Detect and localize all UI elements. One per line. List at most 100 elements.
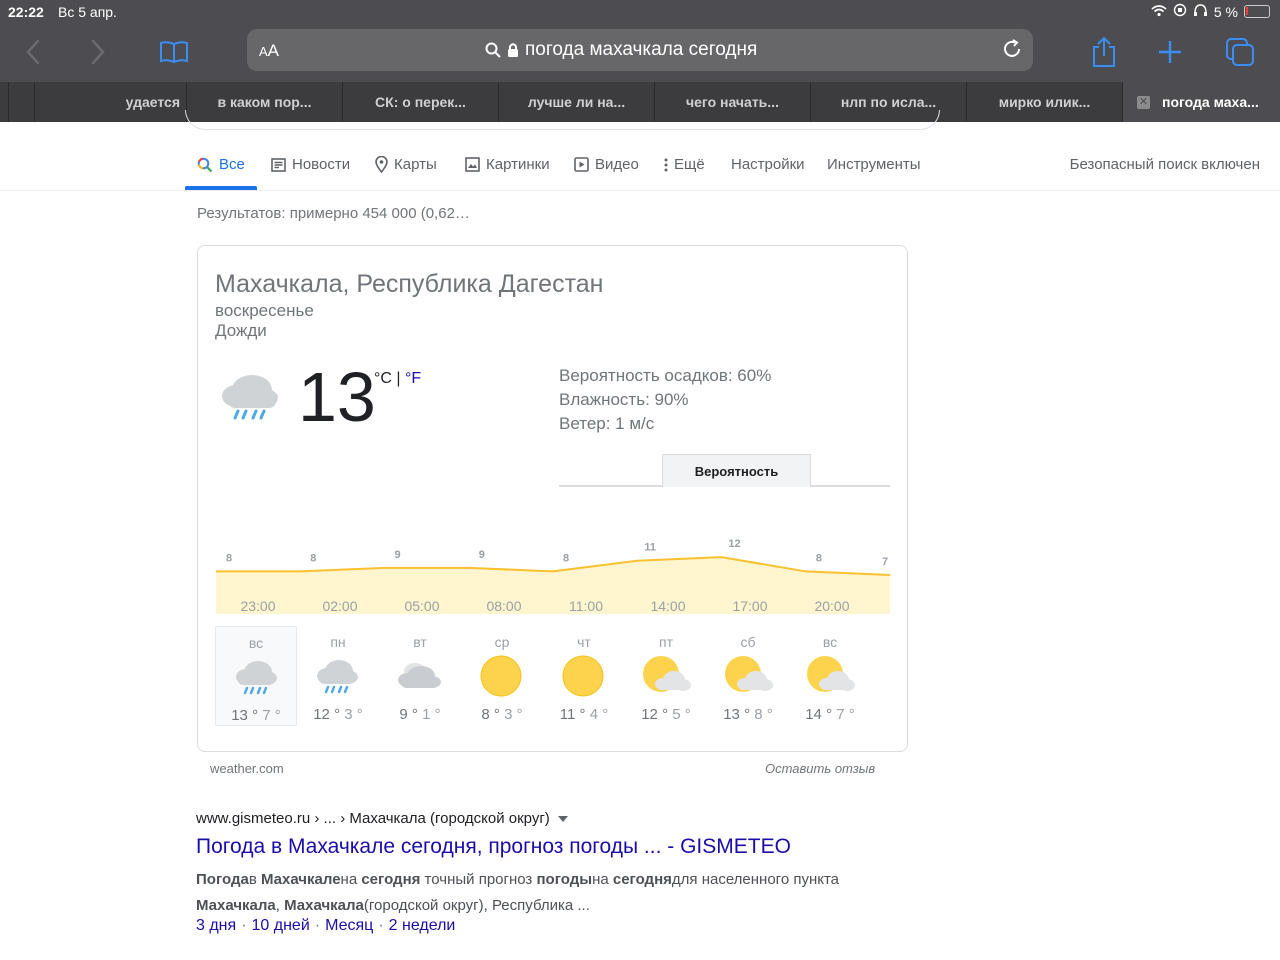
day-forecast-3[interactable]: ср 8 ° 3 °	[461, 626, 543, 726]
safe-search-link[interactable]: Безопасный поиск включен	[1070, 156, 1260, 173]
tab-video-label: Видео	[595, 156, 639, 173]
bookmarks-button[interactable]	[154, 32, 194, 72]
tab-label: лучше ли на...	[527, 94, 626, 110]
address-bar[interactable]: AA погода махачкала сегодня	[247, 29, 1033, 71]
chart-point-label: 12	[728, 538, 740, 550]
day-name: вс	[248, 635, 264, 651]
sitelink-separator: ·	[378, 917, 384, 934]
tab-probability[interactable]: Вероятность	[662, 454, 811, 487]
partly-cloudy-icon	[723, 654, 775, 703]
new-tab-button[interactable]	[1150, 32, 1190, 72]
day-forecast-0[interactable]: вс 13 ° 7 °	[215, 626, 297, 726]
snippet-keyword: Махачкале	[260, 871, 341, 888]
weather-condition: Дожди	[215, 321, 267, 340]
chart-point-label: 7	[882, 556, 888, 568]
tabs-overview-button[interactable]	[1220, 32, 1260, 72]
weather-day: воскресенье	[215, 301, 314, 320]
reload-icon	[1004, 39, 1020, 57]
time-label: 11:00	[569, 598, 603, 614]
day-name: ср	[494, 634, 510, 650]
day-forecast-6[interactable]: сб 13 ° 8 °	[707, 626, 789, 726]
url-display[interactable]: погода махачкала сегодня	[485, 39, 757, 61]
day-name: пн	[330, 634, 346, 650]
unit-celsius[interactable]: °C	[374, 370, 392, 387]
image-icon	[465, 157, 480, 172]
caret-down-icon[interactable]	[557, 815, 568, 822]
precipitation: Вероятность осадков: 60%	[559, 366, 772, 385]
day-temps: 11 ° 4 °	[543, 706, 625, 723]
snippet-text: ,	[275, 897, 285, 914]
weather-source-link[interactable]: weather.com	[210, 761, 284, 776]
browser-chrome: 22:22 Вс 5 апр. 5 % AA погода махачкала …	[0, 0, 1280, 122]
forward-button[interactable]	[78, 32, 118, 72]
temp-low: 1 °	[422, 706, 441, 723]
day-temps: 8 ° 3 °	[461, 706, 543, 723]
search-box[interactable]	[185, 110, 940, 130]
temp-low: 7 °	[836, 706, 855, 723]
tab-settings-label: Настройки	[731, 156, 805, 173]
tab-settings[interactable]: Настройки	[731, 156, 805, 173]
close-icon[interactable]: ✕	[1137, 95, 1150, 109]
time-label: 05:00	[404, 598, 440, 614]
book-icon	[160, 41, 188, 64]
rain-icon	[218, 364, 282, 429]
temp-low: 3 °	[504, 706, 523, 723]
battery-icon	[1244, 5, 1270, 18]
tab-label: погода маха...	[1162, 94, 1259, 110]
chart-point-label: 9	[394, 549, 400, 561]
tab-label: нлп по исла...	[840, 94, 937, 110]
tab-all[interactable]: Все	[197, 156, 245, 173]
result-title-link[interactable]: Погода в Махачкале сегодня, прогноз пого…	[196, 835, 791, 859]
tab-label: удается	[125, 94, 180, 110]
day-name: чт	[577, 634, 591, 650]
tab-label: мирко илик...	[998, 94, 1091, 110]
day-forecast-7[interactable]: вс 14 ° 7 °	[789, 626, 871, 726]
share-icon	[1093, 36, 1115, 67]
unit-switch: °C | °F	[374, 370, 421, 388]
rain-icon	[232, 655, 280, 704]
chart-point-label: 11	[644, 542, 656, 554]
tab-tools[interactable]: Инструменты	[827, 156, 921, 173]
share-button[interactable]	[1084, 32, 1124, 72]
video-icon	[574, 157, 589, 172]
result-sitelinks: 3 дня · 10 дней · Месяц · 2 недели	[196, 917, 455, 935]
tab-more-label: Ещё	[674, 156, 705, 173]
chart-point-label: 9	[479, 549, 485, 561]
back-button[interactable]	[13, 32, 53, 72]
result-snippet: Погодав Махачкалена сегодня точный прогн…	[196, 867, 876, 919]
weather-chart-tabs: Вероятность	[559, 454, 890, 487]
feedback-link[interactable]: Оставить отзыв	[765, 761, 875, 776]
battery-percent: 5 %	[1213, 3, 1238, 20]
chart-point-label: 8	[816, 552, 822, 564]
tab-item[interactable]: удается	[34, 82, 186, 122]
snippet-keyword: Погода	[196, 871, 249, 888]
reload-button[interactable]	[1001, 38, 1023, 65]
temp-low: 4 °	[589, 706, 609, 723]
tab-more[interactable]: Ещё	[664, 156, 705, 173]
headphones-icon	[1193, 3, 1208, 20]
day-forecast-1[interactable]: пн 12 ° 3 °	[297, 626, 379, 726]
tab-video[interactable]: Видео	[574, 156, 639, 173]
tab-maps[interactable]: Карты	[375, 156, 437, 173]
day-forecast-5[interactable]: пт 12 ° 5 °	[625, 626, 707, 726]
temp-high: 14 °	[805, 706, 833, 723]
search-icon	[485, 42, 501, 58]
tab-overflow[interactable]	[8, 82, 34, 122]
text-size-button[interactable]: AA	[259, 41, 279, 61]
sitelink[interactable]: 2 недели	[389, 917, 456, 934]
lock-rotation-icon	[1173, 3, 1187, 20]
sitelink[interactable]: 3 дня	[196, 917, 236, 934]
url-text: погода махачкала сегодня	[525, 39, 758, 60]
tab-item-active[interactable]: ✕ погода маха...	[1122, 82, 1280, 122]
day-forecast-2[interactable]: вт 9 ° 1 °	[379, 626, 461, 726]
status-time: 22:22	[8, 4, 44, 20]
unit-fahrenheit[interactable]: °F	[405, 370, 421, 387]
tab-item[interactable]: мирко илик...	[966, 82, 1122, 122]
partly-cloudy-icon	[641, 654, 693, 703]
sitelink[interactable]: Месяц	[325, 917, 373, 934]
tab-news[interactable]: Новости	[271, 156, 350, 173]
tab-images[interactable]: Картинки	[465, 156, 550, 173]
snippet-keyword: Махачкала	[196, 897, 276, 914]
sitelink[interactable]: 10 дней	[252, 917, 310, 934]
day-forecast-4[interactable]: чт 11 ° 4 °	[543, 626, 625, 726]
